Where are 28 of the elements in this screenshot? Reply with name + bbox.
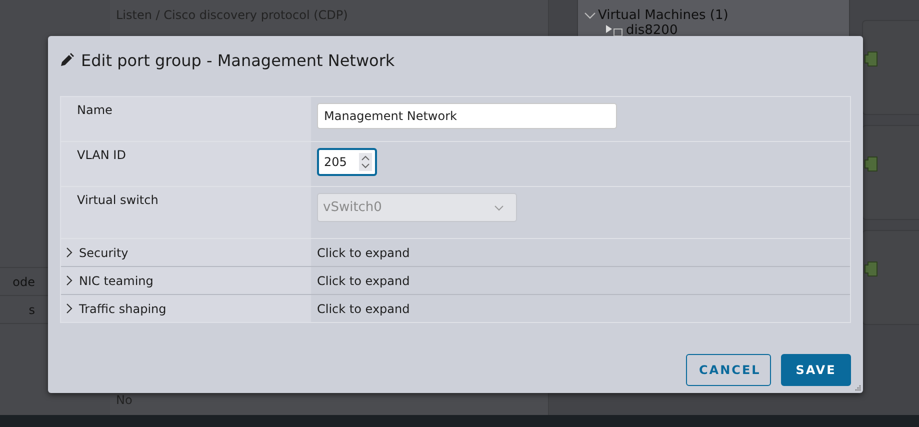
port-icon [864, 261, 878, 277]
field-label: Name [77, 103, 112, 119]
name-input[interactable]: Management Network [317, 103, 617, 129]
expand-hint: Click to expand [317, 246, 410, 260]
spinner-icon[interactable] [359, 153, 372, 171]
section-label[interactable]: Security [79, 246, 128, 260]
expand-hint: Click to expand [317, 302, 410, 316]
vlan-id-input[interactable]: 205 [317, 148, 377, 176]
chevron-right-icon[interactable] [66, 275, 73, 286]
row-text: s [28, 302, 35, 316]
expand-hint: Click to expand [317, 274, 410, 288]
section-label[interactable]: Traffic shaping [79, 302, 166, 316]
chevron-down-icon[interactable] [584, 12, 596, 20]
cancel-button[interactable]: CANCEL [686, 354, 771, 386]
dialog-title: Edit port group - Management Network [81, 50, 395, 70]
chevron-right-icon[interactable] [66, 247, 73, 258]
caret-icon [494, 204, 504, 210]
field-label: VLAN ID [77, 148, 126, 164]
chevron-right-icon[interactable] [66, 303, 73, 314]
resize-grip-icon[interactable] [855, 385, 861, 391]
section-label[interactable]: NIC teaming [79, 274, 154, 288]
port-icon [864, 156, 878, 172]
port-icon [864, 51, 878, 67]
pencil-icon [60, 53, 74, 67]
field-label: Virtual switch [77, 193, 158, 209]
vm-icon [606, 24, 624, 36]
save-button[interactable]: SAVE [781, 354, 851, 386]
row-text: ode [12, 274, 35, 288]
